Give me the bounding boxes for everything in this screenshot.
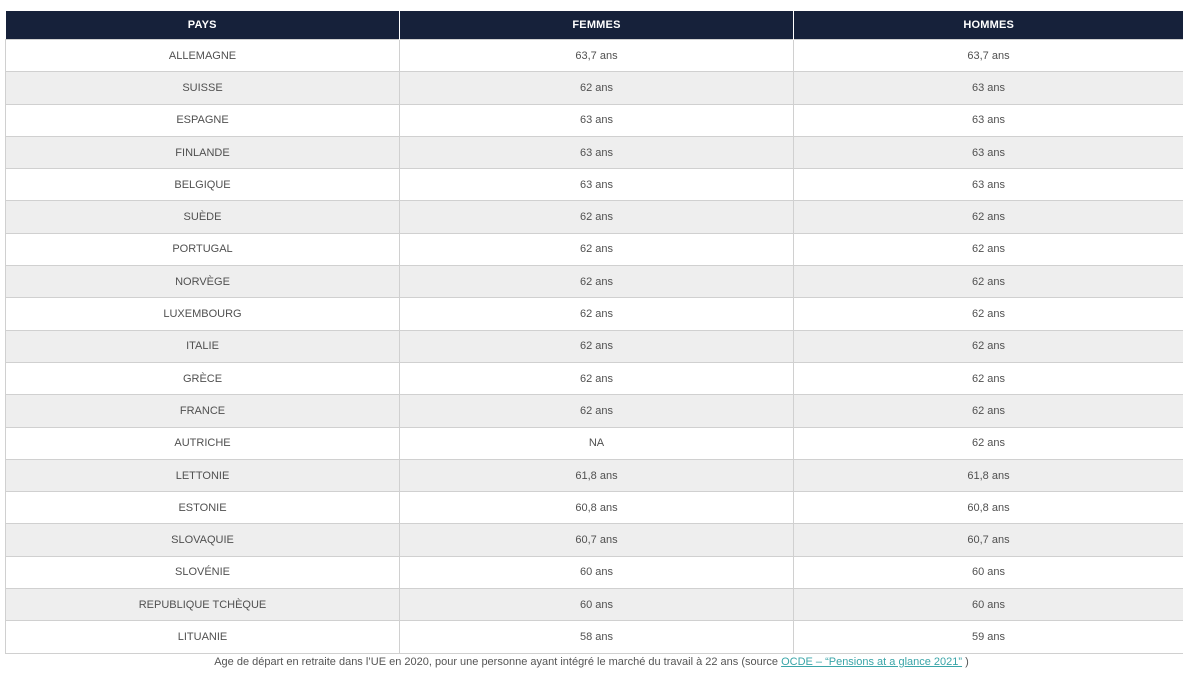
cell-country: SUISSE (5, 71, 400, 105)
cell-country: SLOVÉNIE (5, 555, 400, 590)
cell-women: 62 ans (399, 71, 794, 105)
cell-women: 62 ans (399, 297, 794, 331)
cell-country: LETTONIE (5, 458, 400, 493)
caption-text: Age de départ en retraite dans l’UE en 2… (214, 656, 782, 668)
table-row: PORTUGAL 62 ans 62 ans (5, 232, 1183, 267)
cell-country: SLOVAQUIE (5, 523, 400, 557)
cell-women: 62 ans (399, 265, 794, 299)
table-row: NORVÈGE 62 ans 62 ans (5, 265, 1183, 299)
cell-country: GRÈCE (5, 361, 400, 396)
table-row: ESTONIE 60,8 ans 60,8 ans (5, 491, 1183, 525)
cell-men: 60 ans (793, 555, 1183, 590)
cell-women: 58 ans (399, 620, 794, 654)
table-caption: Age de départ en retraite dans l’UE en 2… (0, 656, 1183, 668)
cell-men: 62 ans (793, 361, 1183, 396)
cell-men: 62 ans (793, 265, 1183, 299)
table-row: REPUBLIQUE TCHÈQUE 60 ans 60 ans (5, 588, 1183, 622)
cell-country: ESPAGNE (5, 103, 400, 137)
table-row: FINLANDE 63 ans 63 ans (5, 135, 1183, 170)
cell-country: PORTUGAL (5, 232, 400, 267)
cell-country: REPUBLIQUE TCHÈQUE (5, 588, 400, 622)
cell-women: 62 ans (399, 361, 794, 396)
cell-women: 62 ans (399, 232, 794, 267)
source-link[interactable]: OCDE – “Pensions at a glance 2021” (781, 656, 962, 668)
cell-country: LITUANIE (5, 620, 400, 654)
table-row: SLOVAQUIE 60,7 ans 60,7 ans (5, 523, 1183, 557)
table-row: LETTONIE 61,8 ans 61,8 ans (5, 458, 1183, 493)
cell-country: NORVÈGE (5, 265, 400, 299)
cell-men: 62 ans (793, 297, 1183, 331)
cell-women: 63 ans (399, 103, 794, 137)
table-row: SUÈDE 62 ans 62 ans (5, 200, 1183, 234)
cell-country: ALLEMAGNE (5, 38, 400, 73)
cell-men: 62 ans (793, 394, 1183, 428)
table-header-row: PAYS FEMMES HOMMES (5, 11, 1183, 40)
cell-men: 62 ans (793, 329, 1183, 363)
table-row: LUXEMBOURG 62 ans 62 ans (5, 297, 1183, 331)
cell-women: NA (399, 426, 794, 460)
cell-women: 62 ans (399, 329, 794, 363)
retirement-age-table: PAYS FEMMES HOMMES ALLEMAGNE 63,7 ans 63,7… (5, 11, 1183, 654)
cell-men: 60,8 ans (793, 491, 1183, 525)
table-row: SUISSE 62 ans 63 ans (5, 71, 1183, 105)
table-row: ESPAGNE 63 ans 63 ans (5, 103, 1183, 137)
cell-country: BELGIQUE (5, 168, 400, 202)
table-row: SLOVÉNIE 60 ans 60 ans (5, 555, 1183, 590)
cell-men: 59 ans (793, 620, 1183, 654)
retirement-table-container: PAYS FEMMES HOMMES ALLEMAGNE 63,7 ans 63,7… (5, 11, 1183, 654)
cell-men: 61,8 ans (793, 458, 1183, 493)
table-row: BELGIQUE 63 ans 63 ans (5, 168, 1183, 202)
cell-men: 63 ans (793, 103, 1183, 137)
cell-women: 60,7 ans (399, 523, 794, 557)
cell-men: 63,7 ans (793, 38, 1183, 73)
cell-women: 63,7 ans (399, 38, 794, 73)
cell-men: 60,7 ans (793, 523, 1183, 557)
cell-country: LUXEMBOURG (5, 297, 400, 331)
table-row: ITALIE 62 ans 62 ans (5, 329, 1183, 363)
cell-women: 60 ans (399, 555, 794, 590)
cell-country: FRANCE (5, 394, 400, 428)
table-row: AUTRICHE NA 62 ans (5, 426, 1183, 460)
cell-country: AUTRICHE (5, 426, 400, 460)
cell-men: 63 ans (793, 135, 1183, 170)
table-row: GRÈCE 62 ans 62 ans (5, 361, 1183, 396)
cell-country: ESTONIE (5, 491, 400, 525)
cell-women: 63 ans (399, 168, 794, 202)
cell-men: 62 ans (793, 232, 1183, 267)
cell-men: 63 ans (793, 168, 1183, 202)
table-row: FRANCE 62 ans 62 ans (5, 394, 1183, 428)
cell-women: 62 ans (399, 394, 794, 428)
cell-men: 62 ans (793, 200, 1183, 234)
cell-country: ITALIE (5, 329, 400, 363)
cell-men: 62 ans (793, 426, 1183, 460)
column-header-femmes: FEMMES (399, 11, 794, 40)
cell-men: 60 ans (793, 588, 1183, 622)
column-header-hommes: HOMMES (793, 11, 1183, 40)
caption-suffix: ) (962, 656, 969, 668)
cell-men: 63 ans (793, 71, 1183, 105)
column-header-pays: PAYS (5, 11, 400, 40)
cell-women: 60 ans (399, 588, 794, 622)
table-body: ALLEMAGNE 63,7 ans 63,7 ans SUISSE 62 ans 63 … (5, 38, 1183, 654)
cell-women: 60,8 ans (399, 491, 794, 525)
cell-women: 62 ans (399, 200, 794, 234)
cell-country: SUÈDE (5, 200, 400, 234)
table-row: ALLEMAGNE 63,7 ans 63,7 ans (5, 38, 1183, 73)
cell-women: 63 ans (399, 135, 794, 170)
table-row: LITUANIE 58 ans 59 ans (5, 620, 1183, 654)
cell-women: 61,8 ans (399, 458, 794, 493)
cell-country: FINLANDE (5, 135, 400, 170)
